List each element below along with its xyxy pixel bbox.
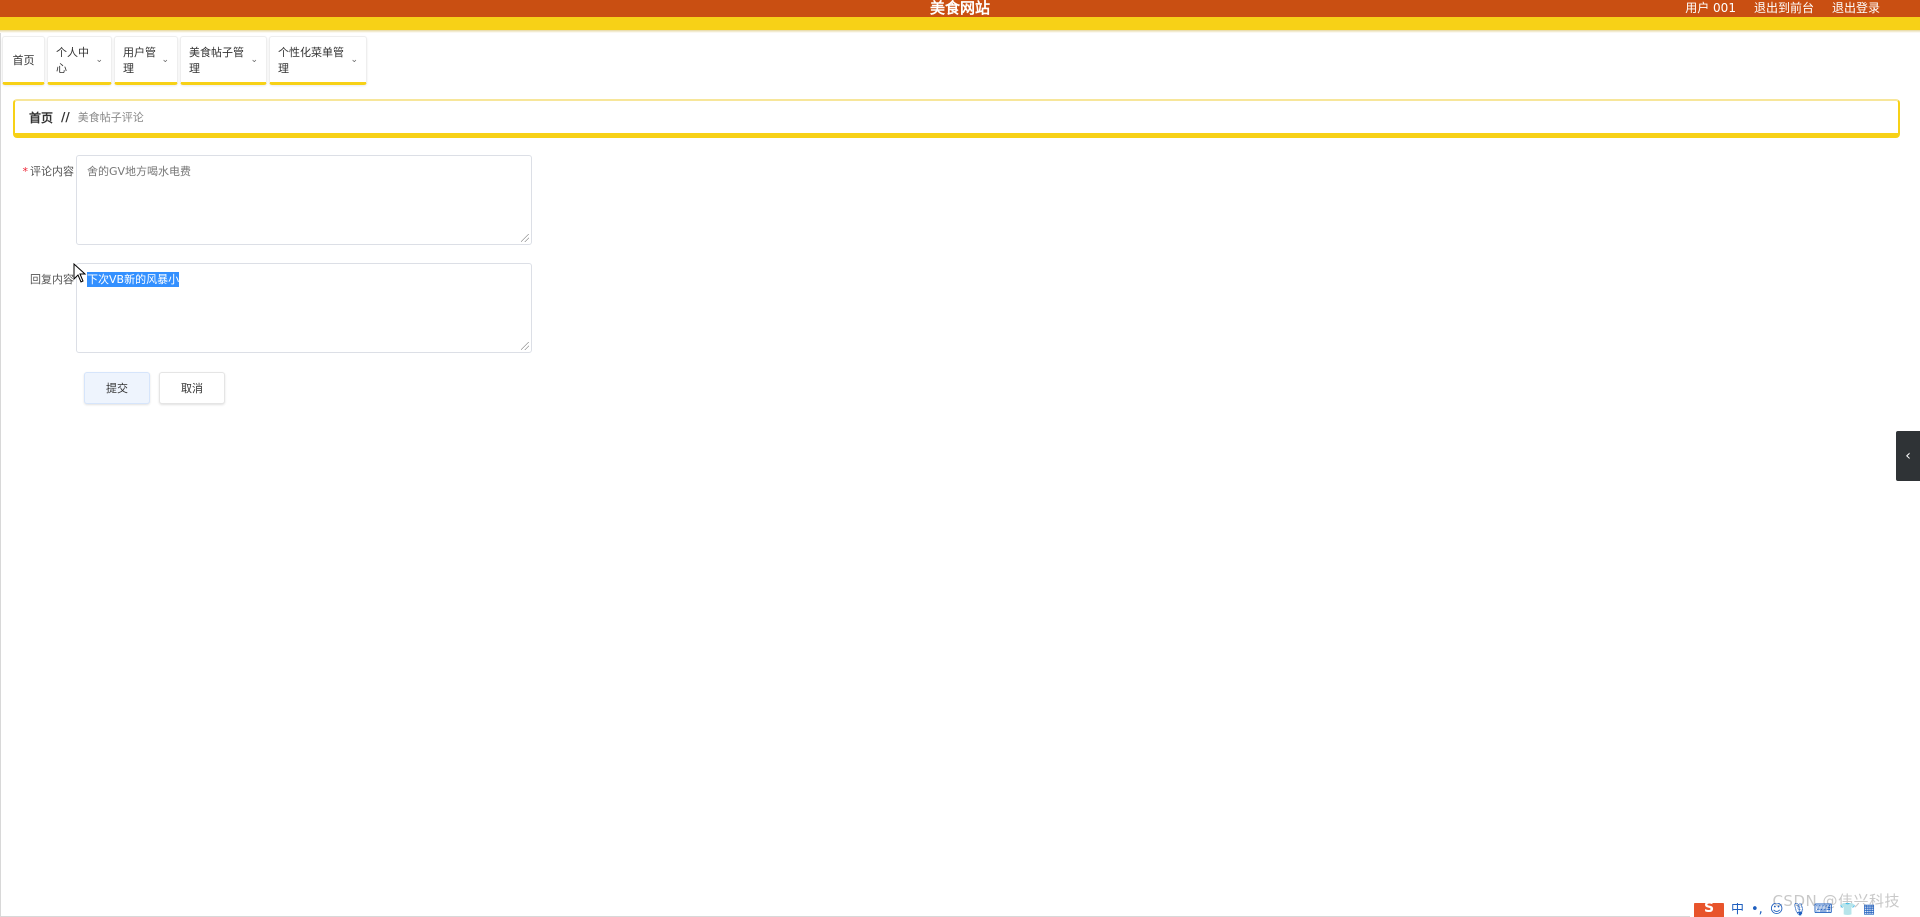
current-user: 用户 001 bbox=[1685, 1, 1736, 15]
ime-toolbar: S 中 •, ☺ 🎙 ⌨ 👕 ▦ bbox=[1690, 903, 1920, 917]
header-shadow bbox=[0, 30, 1920, 33]
nav-item-label: 首页 bbox=[12, 53, 35, 67]
comment-textarea[interactable]: 舍的GV地方喝水电费 bbox=[76, 155, 532, 245]
header-accent-band bbox=[0, 17, 1920, 30]
breadcrumb-current: 美食帖子评论 bbox=[77, 111, 144, 124]
nav-item-label: 个性化菜单管理 bbox=[278, 45, 344, 75]
toolbox-icon[interactable]: ▦ bbox=[1863, 903, 1875, 917]
cancel-button[interactable]: 取消 bbox=[159, 372, 225, 404]
nav-item-home[interactable]: 首页 bbox=[2, 36, 45, 85]
form-buttons: 提交 取消 bbox=[84, 372, 225, 404]
side-collapse-tab[interactable]: ‹ bbox=[1896, 431, 1920, 481]
nav-item-user-management[interactable]: 用户管理 ⌄ bbox=[114, 36, 178, 85]
resize-handle-icon[interactable] bbox=[521, 342, 529, 350]
comment-row: * 评论内容 舍的GV地方喝水电费 bbox=[0, 155, 532, 245]
chevron-down-icon: ⌄ bbox=[250, 54, 258, 65]
nav-item-label: 用户管理 bbox=[123, 45, 156, 75]
required-asterisk: * bbox=[22, 165, 29, 178]
nav-item-label: 个人中心 bbox=[56, 45, 89, 75]
resize-handle-icon[interactable] bbox=[521, 234, 529, 242]
keyboard-icon[interactable]: ⌨ bbox=[1814, 903, 1833, 917]
nav-item-custom-menu-management[interactable]: 个性化菜单管理 ⌄ bbox=[269, 36, 367, 85]
chevron-down-icon: ⌄ bbox=[95, 54, 103, 65]
sogou-logo-icon[interactable]: S bbox=[1694, 903, 1724, 917]
breadcrumb: 首页 // 美食帖子评论 bbox=[13, 99, 1900, 138]
ime-lang-indicator[interactable]: 中 bbox=[1731, 903, 1744, 917]
microphone-icon[interactable]: 🎙 bbox=[1790, 903, 1807, 917]
breadcrumb-home[interactable]: 首页 bbox=[29, 109, 53, 126]
skin-icon[interactable]: 👕 bbox=[1840, 903, 1856, 917]
top-header: 美食网站 用户 001 退出到前台 退出登录 bbox=[0, 0, 1920, 17]
submit-button[interactable]: 提交 bbox=[84, 372, 150, 404]
nav-item-food-post-management[interactable]: 美食帖子管理 ⌄ bbox=[180, 36, 267, 85]
site-title: 美食网站 bbox=[929, 0, 990, 17]
chevron-left-icon: ‹ bbox=[1905, 448, 1911, 464]
reply-label: 回复内容 bbox=[30, 273, 74, 286]
mouse-cursor-icon bbox=[73, 263, 87, 283]
punctuation-icon[interactable]: •, bbox=[1751, 903, 1763, 917]
chevron-down-icon: ⌄ bbox=[161, 54, 169, 65]
reply-text-selected: 下次VB新的风暴小 bbox=[87, 272, 180, 287]
comment-text: 舍的GV地方喝水电费 bbox=[87, 165, 192, 178]
breadcrumb-separator: // bbox=[61, 110, 70, 124]
main-nav: 首页 个人中心 ⌄ 用户管理 ⌄ 美食帖子管理 ⌄ 个性化菜单管理 ⌄ bbox=[2, 36, 367, 86]
nav-item-personal-center[interactable]: 个人中心 ⌄ bbox=[47, 36, 112, 85]
exit-to-frontend-link[interactable]: 退出到前台 bbox=[1754, 0, 1814, 17]
nav-item-label: 美食帖子管理 bbox=[189, 45, 244, 75]
header-user-area: 用户 001 退出到前台 退出登录 bbox=[1685, 0, 1880, 17]
chevron-down-icon: ⌄ bbox=[350, 54, 358, 65]
logout-link[interactable]: 退出登录 bbox=[1832, 0, 1880, 17]
comment-label: * 评论内容 bbox=[22, 165, 75, 178]
reply-textarea[interactable]: 下次VB新的风暴小 bbox=[76, 263, 532, 353]
emoji-icon[interactable]: ☺ bbox=[1770, 903, 1784, 917]
